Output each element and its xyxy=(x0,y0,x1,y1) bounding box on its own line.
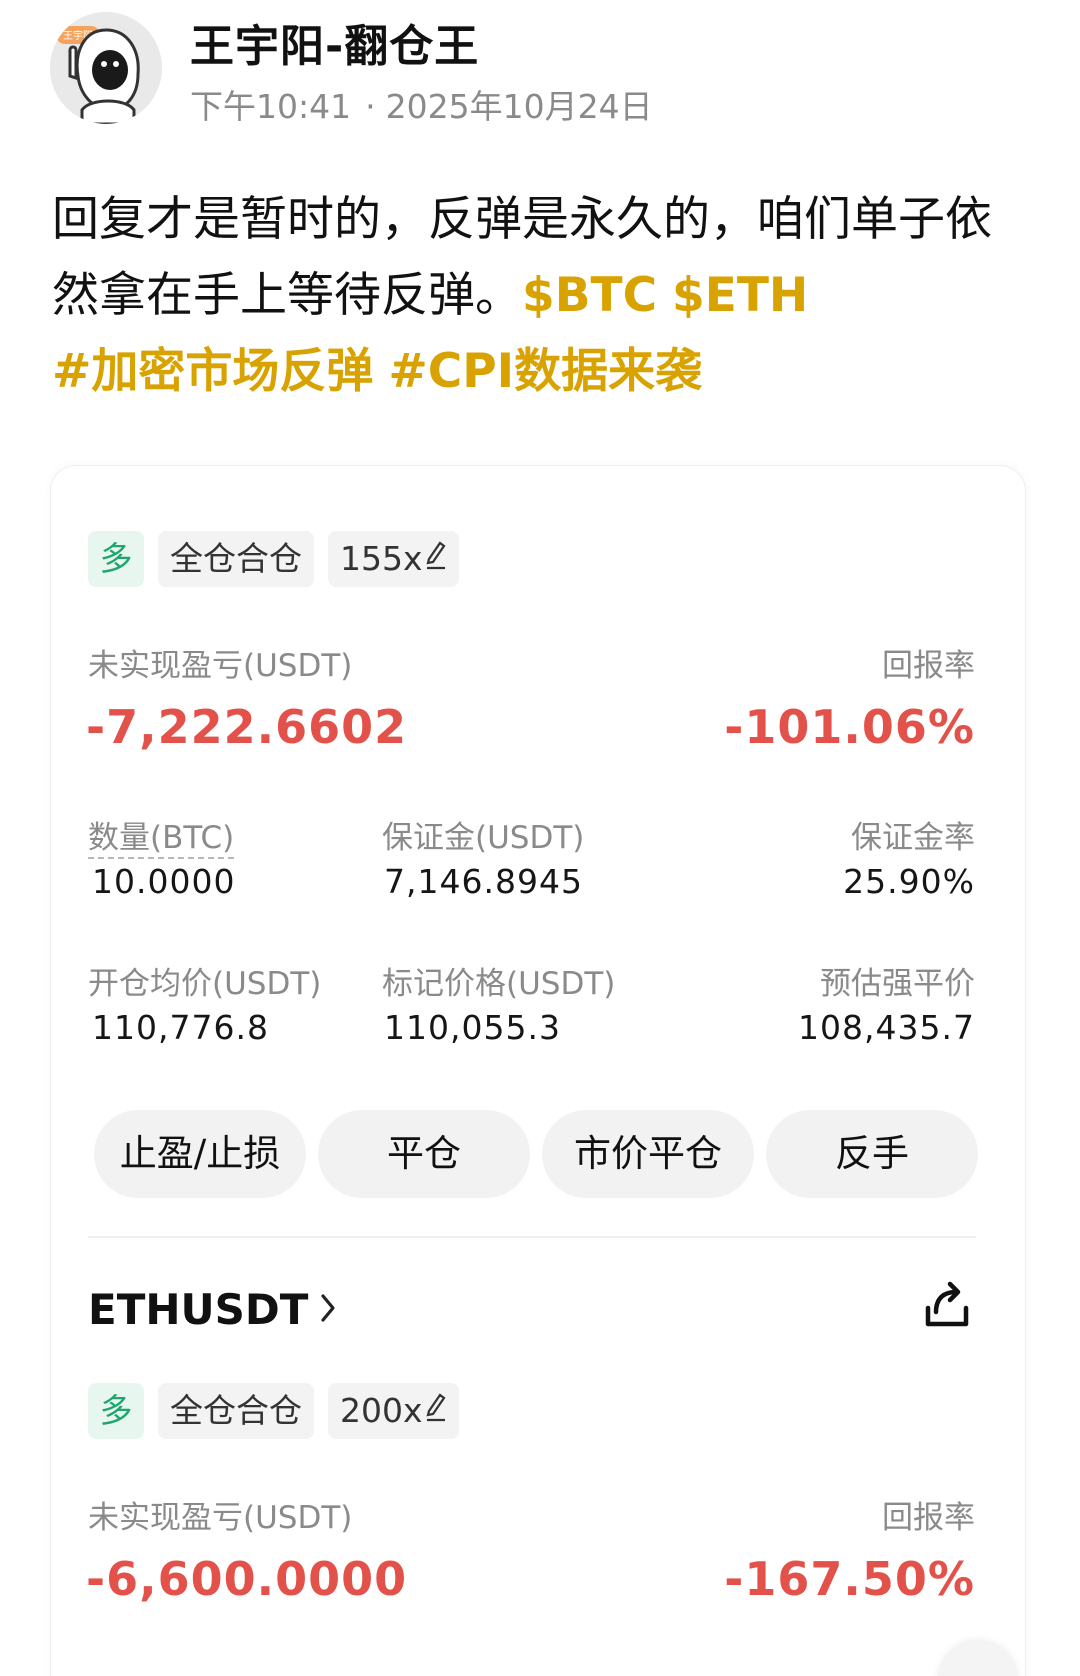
reverse-position-button[interactable]: 反手 xyxy=(766,1110,978,1198)
side-badge: 多 xyxy=(88,531,144,587)
post-body: 回复才是暂时的，反弹是永久的，咱们单子依然拿在手上等待反弹。$BTC $ETH … xyxy=(52,182,1027,410)
quantity-value: 10.0000 xyxy=(92,862,236,901)
margin-ratio-label: 保证金率 xyxy=(851,820,975,856)
close-position-button[interactable]: 平仓 xyxy=(318,1110,530,1198)
share-icon[interactable] xyxy=(918,1278,976,1334)
margin-mode-badge: 全仓合仓 xyxy=(158,1383,314,1439)
leverage-badge[interactable]: 200x xyxy=(328,1383,459,1439)
separator-dot: · xyxy=(365,87,376,126)
hashtag-crypto-rebound[interactable]: #加密市场反弹 xyxy=(52,344,373,399)
author-avatar[interactable]: 王宇阳 xyxy=(50,12,162,124)
margin-label: 保证金(USDT) xyxy=(382,820,585,856)
mark-price-value: 110,055.3 xyxy=(384,1008,561,1047)
entry-price-value: 110,776.8 xyxy=(92,1008,269,1047)
hashtag-cpi[interactable]: #CPI数据来袭 xyxy=(388,344,702,399)
quantity-label[interactable]: 数量(BTC) xyxy=(88,812,235,859)
chevron-right-icon[interactable] xyxy=(315,1288,341,1328)
post-page: 王宇阳 王宇阳-翻仓王 下午10:41 · 2025年10月24日 回复才是暂时的，… xyxy=(0,0,1080,1676)
position-tags-eth: 多 全仓合仓 200x xyxy=(88,1383,459,1439)
avatar-illustration: 王宇阳 xyxy=(50,12,162,124)
margin-ratio-value: 25.90% xyxy=(843,862,975,901)
edit-icon xyxy=(426,541,446,570)
margin-value: 7,146.8945 xyxy=(384,862,583,901)
liquidation-price-value: 108,435.7 xyxy=(798,1008,975,1047)
post-time: 下午10:41 xyxy=(190,87,352,126)
leverage-badge[interactable]: 155x xyxy=(328,531,459,587)
position-divider xyxy=(88,1236,976,1238)
tpsl-button[interactable]: 止盈/止损 xyxy=(94,1110,306,1198)
roe-label: 回报率 xyxy=(882,648,975,684)
post-timestamp: 下午10:41 · 2025年10月24日 xyxy=(190,80,653,128)
cashtag-btc[interactable]: $BTC xyxy=(522,268,657,323)
unrealized-pnl-value: -7,222.6602 xyxy=(86,700,408,754)
roe-label: 回报率 xyxy=(882,1500,975,1536)
roe-value: -101.06% xyxy=(724,700,975,754)
post-date: 2025年10月24日 xyxy=(385,87,653,126)
market-close-button[interactable]: 市价平仓 xyxy=(542,1110,754,1198)
unrealized-pnl-label: 未实现盈亏(USDT) xyxy=(88,648,353,684)
roe-value: -167.50% xyxy=(724,1552,975,1606)
position-tags-btc: 多 全仓合仓 155x xyxy=(88,531,459,587)
margin-mode-badge: 全仓合仓 xyxy=(158,531,314,587)
unrealized-pnl-label: 未实现盈亏(USDT) xyxy=(88,1500,353,1536)
mark-price-label: 标记价格(USDT) xyxy=(382,966,616,1002)
liquidation-price-label: 预估强平价 xyxy=(820,966,975,1002)
entry-price-label: 开仓均价(USDT) xyxy=(88,966,322,1002)
leverage-value: 200x xyxy=(340,1391,423,1430)
author-name[interactable]: 王宇阳-翻仓王 xyxy=(190,10,479,74)
cashtag-eth[interactable]: $ETH xyxy=(672,268,808,323)
symbol-title[interactable]: ETHUSDT xyxy=(88,1285,308,1334)
leverage-value: 155x xyxy=(340,539,423,578)
side-badge: 多 xyxy=(88,1383,144,1439)
edit-icon xyxy=(426,1393,446,1422)
unrealized-pnl-value: -6,600.0000 xyxy=(86,1552,408,1606)
